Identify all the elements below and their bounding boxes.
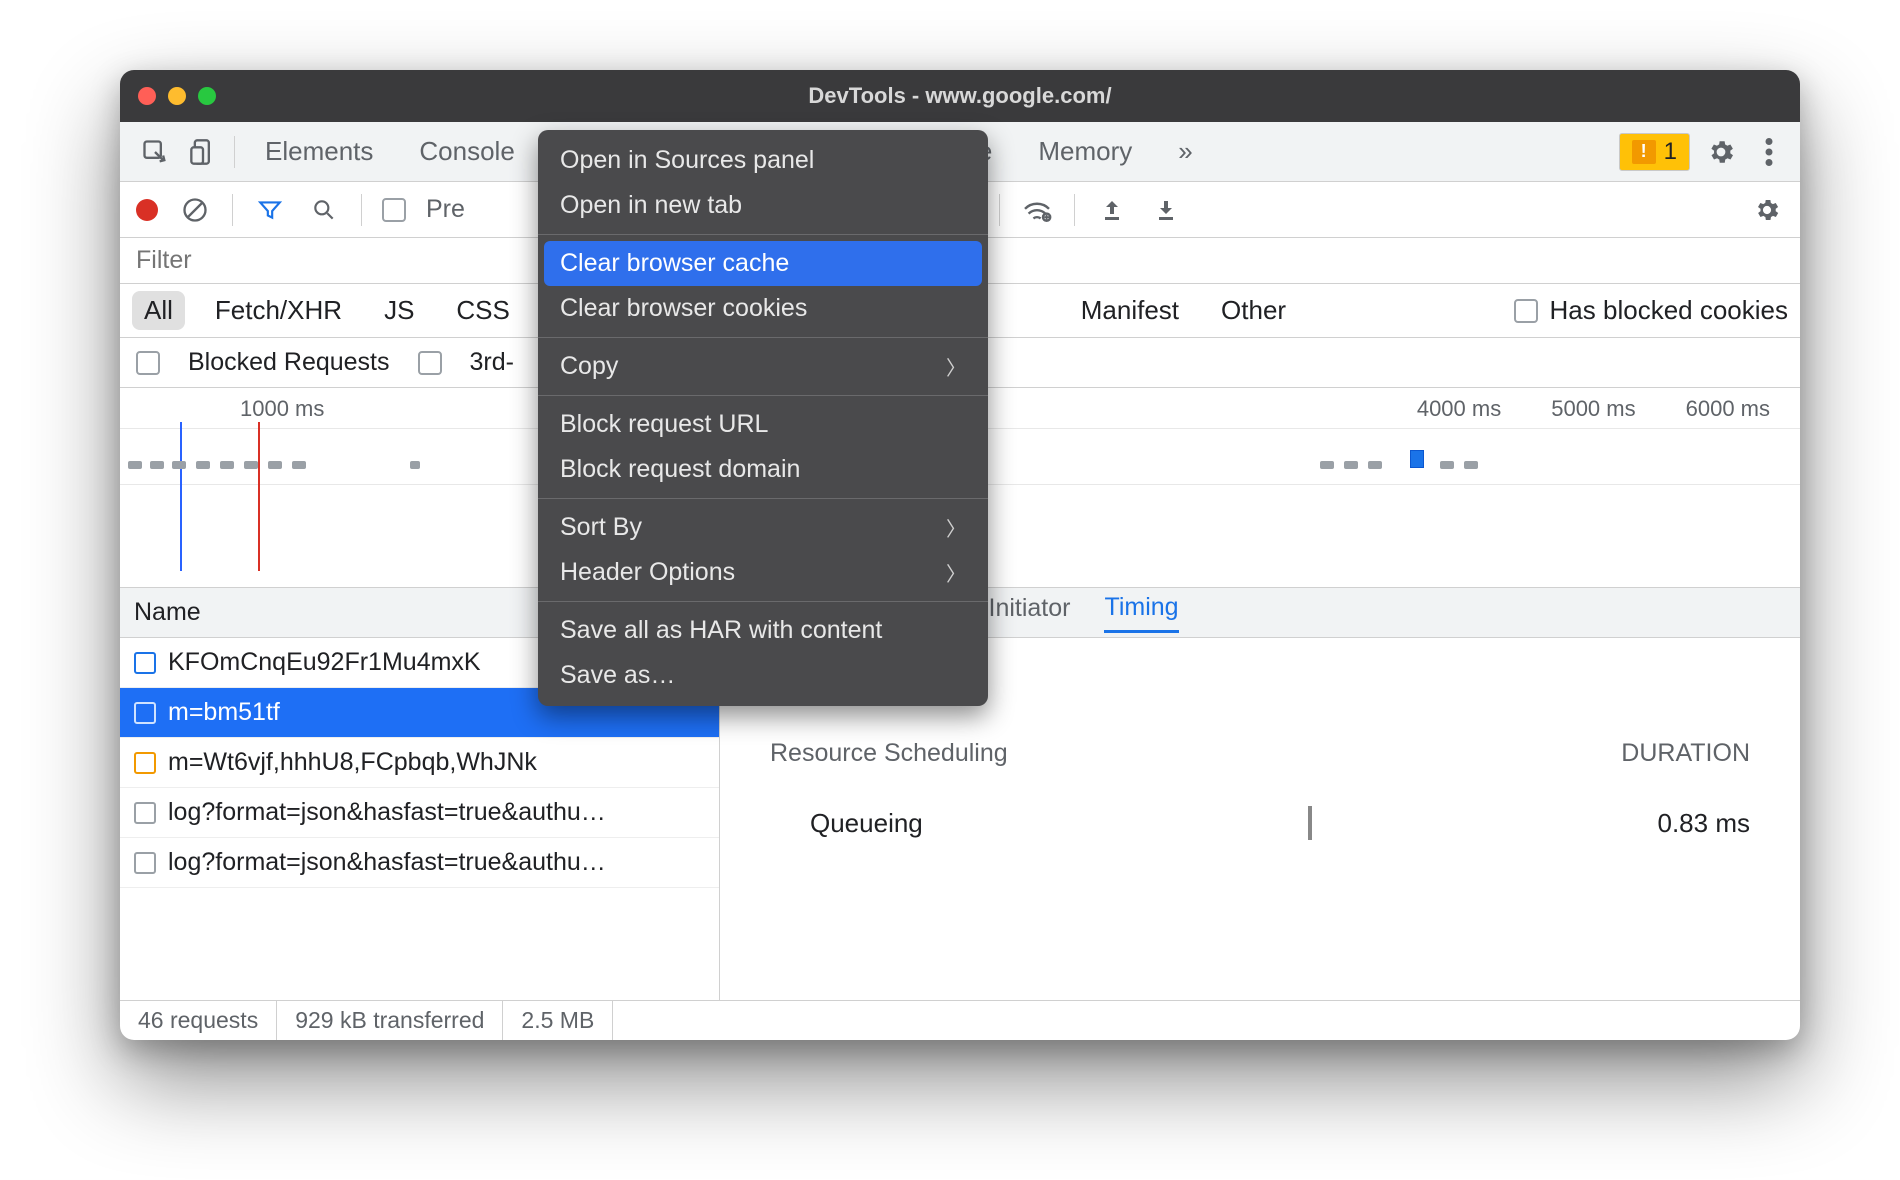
type-manifest[interactable]: Manifest — [1069, 291, 1191, 330]
window-title: DevTools - www.google.com/ — [120, 83, 1800, 109]
request-name: m=bm51tf — [168, 698, 280, 727]
request-row[interactable]: m=Wt6vjf,hhhU8,FCpbqb,WhJNk — [120, 738, 719, 788]
has-blocked-cookies-label: Has blocked cookies — [1550, 295, 1788, 326]
status-bar: 46 requests 929 kB transferred 2.5 MB — [120, 1000, 1800, 1040]
ctx-separator — [538, 234, 988, 235]
clear-icon[interactable] — [178, 193, 212, 227]
context-menu: Open in Sources panel Open in new tab Cl… — [538, 130, 988, 706]
warning-icon: ! — [1632, 140, 1656, 164]
filter-funnel-icon[interactable] — [253, 193, 287, 227]
file-icon — [134, 702, 156, 724]
record-button[interactable] — [136, 199, 158, 221]
settings-gear-icon[interactable] — [1704, 135, 1738, 169]
request-name: m=Wt6vjf,hhhU8,FCpbqb,WhJNk — [168, 748, 537, 777]
domcontentloaded-marker — [180, 422, 182, 571]
blocked-requests-label: Blocked Requests — [188, 348, 390, 377]
ctx-separator — [538, 498, 988, 499]
status-transferred: 929 kB transferred — [277, 1001, 503, 1040]
ctx-separator — [538, 395, 988, 396]
kebab-menu-icon[interactable] — [1752, 135, 1786, 169]
tick-3: 6000 ms — [1686, 396, 1770, 422]
type-fetch-xhr[interactable]: Fetch/XHR — [203, 291, 354, 330]
resource-scheduling-label: Resource Scheduling — [770, 739, 1008, 768]
inspect-icon[interactable] — [138, 135, 172, 169]
ctx-clear-browser-cache[interactable]: Clear browser cache — [544, 241, 982, 286]
file-icon — [134, 802, 156, 824]
ctx-copy[interactable]: Copy 〉 — [538, 344, 988, 389]
blocked-requests-checkbox[interactable] — [136, 351, 160, 375]
ctx-sort-by-label: Sort By — [560, 513, 642, 542]
chevron-right-icon: 〉 — [946, 558, 966, 587]
type-js[interactable]: JS — [372, 291, 426, 330]
divider — [1074, 194, 1075, 226]
divider — [361, 194, 362, 226]
divider — [999, 194, 1000, 226]
type-css[interactable]: CSS — [444, 291, 521, 330]
tabs-overflow[interactable]: » — [1162, 124, 1208, 179]
ctx-header-options-label: Header Options — [560, 558, 735, 587]
ctx-open-in-sources[interactable]: Open in Sources panel — [538, 138, 988, 183]
ctx-header-options[interactable]: Header Options 〉 — [538, 550, 988, 595]
chevron-right-icon: 〉 — [946, 513, 966, 542]
duration-header: DURATION — [1621, 739, 1750, 768]
chevron-right-icon: 〉 — [946, 352, 966, 381]
request-row[interactable]: log?format=json&hasfast=true&authu… — [120, 838, 719, 888]
download-har-icon[interactable] — [1149, 193, 1183, 227]
file-icon — [134, 652, 156, 674]
device-toggle-icon[interactable] — [186, 135, 220, 169]
ctx-separator — [538, 601, 988, 602]
request-name: log?format=json&hasfast=true&authu… — [168, 798, 606, 827]
divider — [232, 194, 233, 226]
dtab-timing[interactable]: Timing — [1104, 593, 1178, 633]
queueing-label: Queueing — [770, 808, 1030, 839]
type-all[interactable]: All — [132, 291, 185, 330]
queueing-bar — [1308, 806, 1312, 840]
tick-0: 1000 ms — [240, 396, 324, 422]
ctx-copy-label: Copy — [560, 352, 618, 381]
tick-2: 5000 ms — [1551, 396, 1635, 422]
has-blocked-cookies-checkbox[interactable] — [1514, 299, 1538, 323]
network-conditions-icon[interactable] — [1020, 193, 1054, 227]
search-icon[interactable] — [307, 193, 341, 227]
titlebar: DevTools - www.google.com/ — [120, 70, 1800, 122]
ctx-clear-browser-cookies[interactable]: Clear browser cookies — [538, 286, 988, 331]
tab-memory[interactable]: Memory — [1022, 124, 1148, 179]
ctx-sort-by[interactable]: Sort By 〉 — [538, 505, 988, 550]
file-icon — [134, 852, 156, 874]
preserve-log-label: Pre — [426, 195, 465, 224]
request-name: log?format=json&hasfast=true&authu… — [168, 848, 606, 877]
type-other[interactable]: Other — [1209, 291, 1298, 330]
request-row[interactable]: log?format=json&hasfast=true&authu… — [120, 788, 719, 838]
ctx-separator — [538, 337, 988, 338]
tick-1: 4000 ms — [1417, 396, 1501, 422]
warnings-count: 1 — [1664, 138, 1677, 166]
third-party-label-fragment: 3rd- — [470, 348, 514, 377]
queueing-value: 0.83 ms — [1590, 808, 1750, 839]
tab-console[interactable]: Console — [403, 124, 530, 179]
ctx-open-in-new-tab[interactable]: Open in new tab — [538, 183, 988, 228]
status-resources: 2.5 MB — [503, 1001, 613, 1040]
load-marker — [258, 422, 260, 571]
dtab-initiator[interactable]: Initiator — [989, 594, 1071, 631]
ctx-save-as[interactable]: Save as… — [538, 653, 988, 698]
devtools-window: DevTools - www.google.com/ Elements Cons… — [120, 70, 1800, 1040]
ctx-block-request-domain[interactable]: Block request domain — [538, 447, 988, 492]
ctx-save-all-har[interactable]: Save all as HAR with content — [538, 608, 988, 653]
preserve-log-checkbox[interactable] — [382, 198, 406, 222]
status-requests: 46 requests — [120, 1001, 277, 1040]
divider — [234, 136, 235, 168]
file-icon — [134, 752, 156, 774]
third-party-checkbox[interactable] — [418, 351, 442, 375]
network-settings-gear-icon[interactable] — [1750, 193, 1784, 227]
upload-har-icon[interactable] — [1095, 193, 1129, 227]
warnings-badge[interactable]: ! 1 — [1619, 133, 1690, 171]
timeline-current-marker — [1410, 450, 1424, 468]
ctx-block-request-url[interactable]: Block request URL — [538, 402, 988, 447]
request-name: KFOmCnqEu92Fr1Mu4mxK — [168, 648, 481, 677]
tab-elements[interactable]: Elements — [249, 124, 389, 179]
